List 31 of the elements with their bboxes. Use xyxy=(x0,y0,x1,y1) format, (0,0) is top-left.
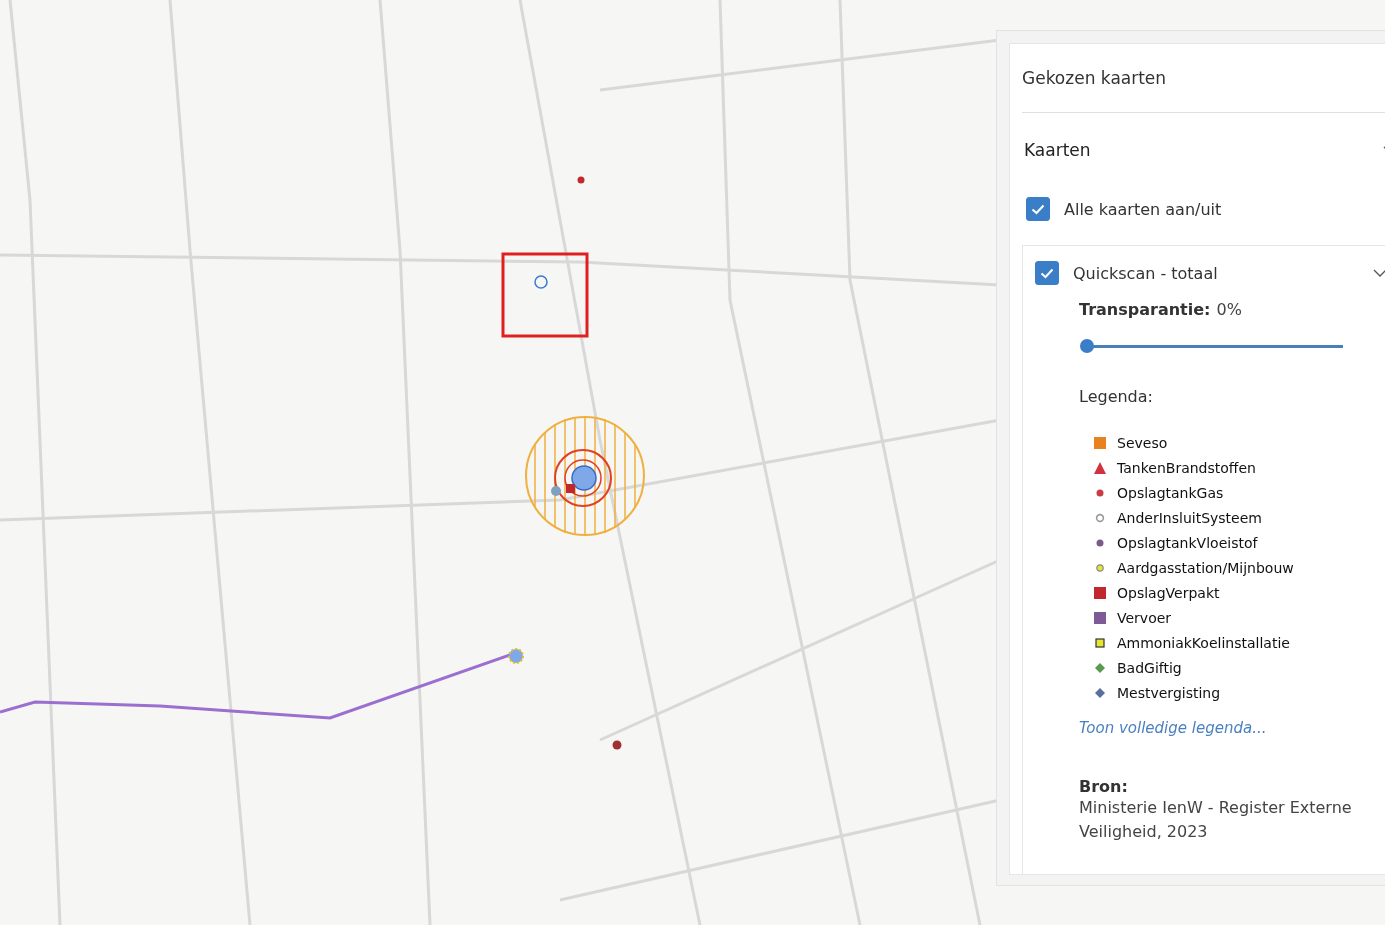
legend-label: OpslagtankGas xyxy=(1117,484,1224,501)
legend-label: Vervoer xyxy=(1117,609,1172,626)
checkbox[interactable] xyxy=(1035,261,1059,285)
legend-label: Aardgasstation/Mijnbouw xyxy=(1117,559,1294,576)
layer-name: Quickscan - totaal xyxy=(1073,263,1219,283)
legend-label: BadGiftig xyxy=(1117,659,1182,676)
checkbox[interactable] xyxy=(1026,197,1050,221)
legend-label: OpslagtankVloeistof xyxy=(1117,534,1258,551)
location-marker xyxy=(577,176,585,184)
legend-label: AnderInsluitSysteem xyxy=(1117,509,1262,526)
slider-thumb[interactable] xyxy=(1080,339,1094,353)
legend-label: Seveso xyxy=(1117,434,1168,451)
source-title: Bron: xyxy=(1079,777,1129,796)
location-marker xyxy=(508,648,524,664)
transparency-value: 0% xyxy=(1216,300,1242,319)
checkmark-icon xyxy=(1040,267,1054,279)
legend-link[interactable]: Toon volledige legenda... xyxy=(1079,719,1267,737)
section-title[interactable]: Kaarten xyxy=(1024,140,1091,160)
legend-label: Mestvergisting xyxy=(1117,684,1221,701)
location-marker xyxy=(534,275,548,289)
legend-title: Legenda: xyxy=(1079,387,1154,406)
checkmark-icon xyxy=(1031,203,1045,215)
chevron-icon[interactable] xyxy=(1373,269,1385,277)
transparency-label: Transparantie: xyxy=(1079,300,1211,319)
checkbox-label: Alle kaarten aan/uit xyxy=(1064,199,1222,219)
legend-label: OpslagVerpakt xyxy=(1117,584,1220,601)
legend-label: TankenBrandstoffen xyxy=(1117,459,1256,476)
panel-title: Gekozen kaarten xyxy=(1022,68,1167,88)
legend-label: AmmoniakKoelinstallatie xyxy=(1117,634,1290,651)
source-text: Ministerie IenW - Register Externe Veiligheid, 2023 xyxy=(1079,797,1353,843)
location-marker xyxy=(612,740,622,750)
